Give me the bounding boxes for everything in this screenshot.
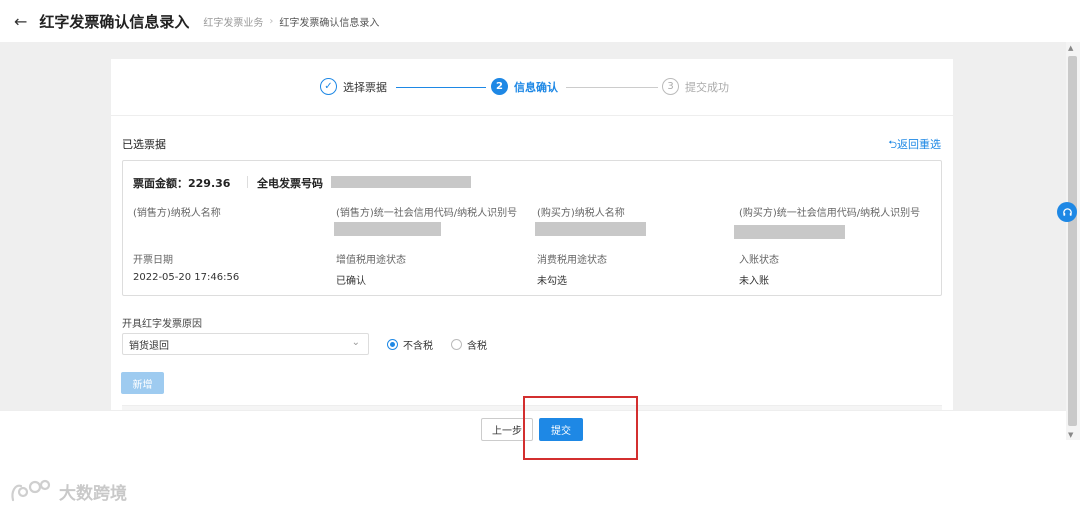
radio-label: 含税: [467, 341, 487, 352]
divider: [247, 176, 248, 188]
step-number: 2: [491, 78, 508, 95]
top-bar: ← 红字发票确认信息录入 红字发票业务 › 红字发票确认信息录入: [0, 0, 1080, 42]
step-select-invoice: ✓ 选择票据: [320, 78, 387, 95]
seller-name-label: (销售方)纳税人名称: [133, 208, 221, 219]
consumption-tax-status-label: 消费税用途状态: [537, 255, 607, 266]
watermark: 大数跨境: [9, 478, 127, 504]
chevron-down-icon: ⌄: [351, 337, 360, 348]
headset-icon[interactable]: [1057, 202, 1077, 222]
step-connector: [566, 87, 658, 88]
buyer-taxid-label: (购买方)统一社会信用代码/纳税人识别号: [739, 208, 921, 219]
radio-tax-inclusive[interactable]: 含税: [451, 337, 487, 352]
step-label: 信息确认: [514, 80, 558, 94]
red-invoice-reason-label: 开具红字发票原因: [122, 319, 202, 330]
invoice-number-label: 全电发票号码: [257, 177, 323, 190]
redacted-buyer-name: [535, 222, 646, 236]
issue-date-label: 开票日期: [133, 255, 173, 266]
watermark-text: 大数跨境: [59, 483, 127, 504]
seller-taxid-label: (销售方)统一社会信用代码/纳税人识别号: [336, 208, 518, 219]
redacted-invoice-number: [331, 176, 471, 188]
redacted-seller-taxid: [334, 222, 441, 236]
radio-label: 不含税: [403, 341, 433, 352]
highlight-annotation: [523, 396, 638, 460]
step-label: 提交成功: [685, 80, 729, 94]
scroll-down-icon[interactable]: ▼: [1068, 431, 1073, 439]
step-number: 3: [662, 78, 679, 95]
selected-invoices-title: 已选票据: [122, 138, 166, 151]
radio-checked-icon: [387, 339, 398, 350]
breadcrumb-item-current: 红字发票确认信息录入: [279, 17, 380, 29]
vat-status-value: 已确认: [336, 276, 366, 287]
redacted-buyer-taxid: [734, 225, 845, 239]
issue-date-value: 2022-05-20 17:46:56: [133, 272, 240, 283]
breadcrumb-item-business[interactable]: 红字发票业务: [203, 14, 263, 29]
consumption-tax-status-value: 未勾选: [537, 276, 567, 287]
page-title: 红字发票确认信息录入: [39, 12, 190, 31]
radio-unchecked-icon: [451, 339, 462, 350]
step-connector: [396, 87, 486, 88]
check-icon: ✓: [320, 78, 337, 95]
accounting-status-label: 入账状态: [739, 255, 779, 266]
return-reselect-link[interactable]: ⮌返回重选: [888, 136, 941, 155]
invoice-amount: 票面金额：229.36: [133, 177, 231, 190]
vat-status-label: 增值税用途状态: [336, 255, 406, 266]
main-panel: ✓ 选择票据 2 信息确认 3 提交成功 已选票据 ⮌返回重选 票面金额：229…: [111, 59, 953, 410]
radio-tax-exclusive[interactable]: 不含税: [387, 337, 433, 352]
reason-select[interactable]: 销货退回 ⌄: [122, 333, 369, 355]
step-label: 选择票据: [343, 80, 387, 94]
watermark-logo-icon: [11, 479, 51, 502]
headset-svg: [1062, 207, 1072, 216]
breadcrumb-separator: ›: [269, 15, 274, 27]
invoice-card: 票面金额：229.36 全电发票号码 (销售方)纳税人名称 (销售方)统一社会信…: [122, 160, 942, 296]
reason-selected-value: 销货退回: [129, 340, 169, 352]
accounting-status-value: 未入账: [739, 276, 769, 287]
scroll-up-icon[interactable]: ▲: [1068, 44, 1073, 52]
arrow-left-icon[interactable]: ←: [14, 12, 27, 31]
step-submit-success: 3 提交成功: [662, 78, 729, 95]
step-indicator: ✓ 选择票据 2 信息确认 3 提交成功: [111, 59, 953, 116]
buyer-name-label: (购买方)纳税人名称: [537, 208, 625, 219]
step-confirm-info: 2 信息确认: [491, 78, 558, 95]
scrollbar-thumb[interactable]: [1068, 56, 1077, 426]
add-button[interactable]: 新增: [121, 372, 164, 394]
